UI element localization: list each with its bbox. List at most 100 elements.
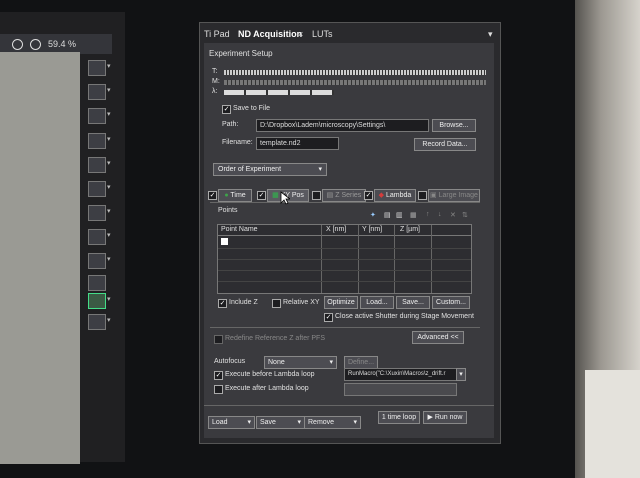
redefine-z-label: Redefine Reference Z after PFS (225, 335, 325, 342)
save-points-button[interactable]: Save... (396, 296, 430, 309)
move-down-icon[interactable]: ↓ (438, 211, 442, 218)
time-label: T: (212, 68, 218, 75)
custom-button[interactable]: Custom... (432, 296, 470, 309)
redefine-z-checkbox[interactable] (214, 335, 223, 344)
macro-before-dropdown[interactable]: ▾ (456, 368, 466, 381)
tab-ti-pad[interactable]: Ti Pad (204, 29, 230, 39)
tab-large-image[interactable]: ▣ Large Image (428, 189, 480, 202)
table-row[interactable] (218, 270, 471, 271)
execute-before-label: Execute before Lambda loop (225, 371, 315, 378)
delete-point-icon[interactable]: ▦ (410, 211, 417, 219)
overlay-tool-icon[interactable] (88, 293, 106, 309)
chevron-down-icon[interactable]: ▾ (107, 135, 111, 143)
chevron-down-icon: ▾ (353, 419, 357, 426)
tab-divider (210, 202, 480, 203)
lambda-checkbox[interactable]: ✓ (364, 191, 373, 200)
save-to-file-checkbox[interactable]: ✓ (222, 105, 231, 114)
panel-menu-icon[interactable]: ▾ (488, 29, 493, 40)
relative-xy-checkbox[interactable] (272, 299, 281, 308)
one-time-loop-button[interactable]: 1 time loop (378, 411, 420, 424)
table-row[interactable] (218, 248, 471, 249)
rect-tool-icon[interactable] (88, 84, 106, 100)
macro-before-field[interactable]: RunMacro("C:\Xuxin\Macros\z_drift.r (344, 368, 457, 381)
autofocus-dropdown[interactable]: None ▾ (264, 356, 337, 369)
chevron-down-icon[interactable]: ▾ (107, 86, 111, 94)
paste-point-icon[interactable]: ▥ (396, 211, 403, 219)
browse-button[interactable]: Browse... (432, 119, 476, 132)
move-up-icon[interactable]: ↑ (426, 211, 430, 218)
text-tool-icon[interactable] (88, 253, 106, 269)
chevron-down-icon[interactable]: ▾ (107, 295, 111, 303)
sort-points-icon[interactable]: ⇅ (462, 211, 468, 219)
points-table[interactable]: Point Name X [nm] Y [nm] Z [µm] (217, 224, 472, 294)
large-image-icon: ▣ (430, 192, 437, 199)
macro-after-field[interactable] (344, 383, 457, 396)
execute-before-checkbox[interactable]: ✓ (214, 371, 223, 380)
z-series-checkbox[interactable] (312, 191, 321, 200)
chevron-down-icon[interactable]: ▾ (107, 231, 111, 239)
table-row[interactable] (218, 259, 471, 260)
chevron-down-icon[interactable]: ▾ (107, 255, 111, 263)
link-tool-icon[interactable] (88, 205, 106, 221)
filename-field[interactable]: template.nd2 (256, 137, 339, 150)
shape-tool-icon[interactable] (88, 181, 106, 197)
zoom-level: 59.4 % (48, 39, 77, 49)
points-table-header: Point Name X [nm] Y [nm] Z [µm] (218, 225, 471, 236)
tab-close-icon[interactable]: × (298, 29, 303, 39)
table-row[interactable] (218, 281, 471, 282)
image-canvas[interactable] (0, 52, 80, 464)
zoom-out-icon[interactable] (30, 39, 41, 50)
clear-points-icon[interactable]: ✕ (450, 211, 456, 219)
timeline-m[interactable] (224, 80, 486, 85)
grid-tool-icon[interactable] (88, 108, 106, 124)
save-to-file-label: Save to File (233, 105, 270, 112)
background-desk (585, 370, 640, 478)
timeline-lambda[interactable] (224, 90, 334, 95)
record-data-button[interactable]: Record Data... (414, 138, 476, 151)
column-point-name: Point Name (221, 226, 258, 233)
chevron-down-icon: ▾ (297, 419, 301, 426)
layer-tool-icon[interactable] (88, 314, 106, 330)
include-z-checkbox[interactable]: ✓ (218, 299, 227, 308)
advanced-button[interactable]: Advanced << (412, 331, 464, 344)
chevron-down-icon[interactable]: ▾ (107, 159, 111, 167)
large-image-checkbox[interactable] (418, 191, 427, 200)
chevron-down-icon[interactable]: ▾ (107, 183, 111, 191)
grid-icon: ▦ (272, 192, 279, 199)
tab-lambda[interactable]: ◆ Lambda (374, 189, 416, 202)
point-row-checkbox[interactable] (221, 238, 228, 245)
close-shutter-checkbox[interactable]: ✓ (324, 313, 333, 322)
order-label: Order of Experiment (218, 166, 282, 173)
point-tool-icon[interactable] (88, 275, 106, 291)
column-y: Y [nm] (362, 226, 383, 233)
save-dropdown[interactable]: Save ▾ (256, 416, 305, 429)
copy-point-icon[interactable]: ▤ (384, 211, 391, 219)
optimize-button[interactable]: Optimize (324, 296, 358, 309)
chevron-down-icon[interactable]: ▾ (107, 110, 111, 118)
path-field[interactable]: D:\Dropbox\Ladem\microscopy\Settings\ (256, 119, 429, 132)
zoom-in-icon[interactable] (12, 39, 23, 50)
xy-pos-checkbox[interactable]: ✓ (257, 191, 266, 200)
select-tool-icon[interactable] (88, 60, 106, 76)
order-of-experiment-dropdown[interactable]: Order of Experiment ▾ (213, 163, 327, 176)
chevron-down-icon[interactable]: ▾ (107, 207, 111, 215)
execute-after-checkbox[interactable] (214, 385, 223, 394)
timeline-time[interactable] (224, 70, 486, 75)
measure-tool-icon[interactable] (88, 133, 106, 149)
chevron-down-icon[interactable]: ▾ (107, 62, 111, 70)
remove-dropdown[interactable]: Remove ▾ (304, 416, 361, 429)
load-points-button[interactable]: Load... (360, 296, 394, 309)
load-dropdown[interactable]: Load ▾ (208, 416, 255, 429)
section-divider (210, 327, 480, 328)
chevron-down-icon[interactable]: ▾ (107, 316, 111, 324)
scale-tool-icon[interactable] (88, 229, 106, 245)
tab-time[interactable]: ● Time (218, 189, 252, 202)
filename-label: Filename: (222, 139, 253, 146)
time-checkbox[interactable]: ✓ (208, 191, 217, 200)
run-now-button[interactable]: ▶ Run now (423, 411, 467, 424)
add-point-icon[interactable]: ✦ (370, 211, 376, 219)
tab-nd-acquisition[interactable]: ND Acquisition (238, 29, 302, 39)
tab-z-series[interactable]: ▤ Z Series (322, 189, 366, 202)
crop-tool-icon[interactable] (88, 157, 106, 173)
tab-luts[interactable]: LUTs (312, 29, 333, 39)
